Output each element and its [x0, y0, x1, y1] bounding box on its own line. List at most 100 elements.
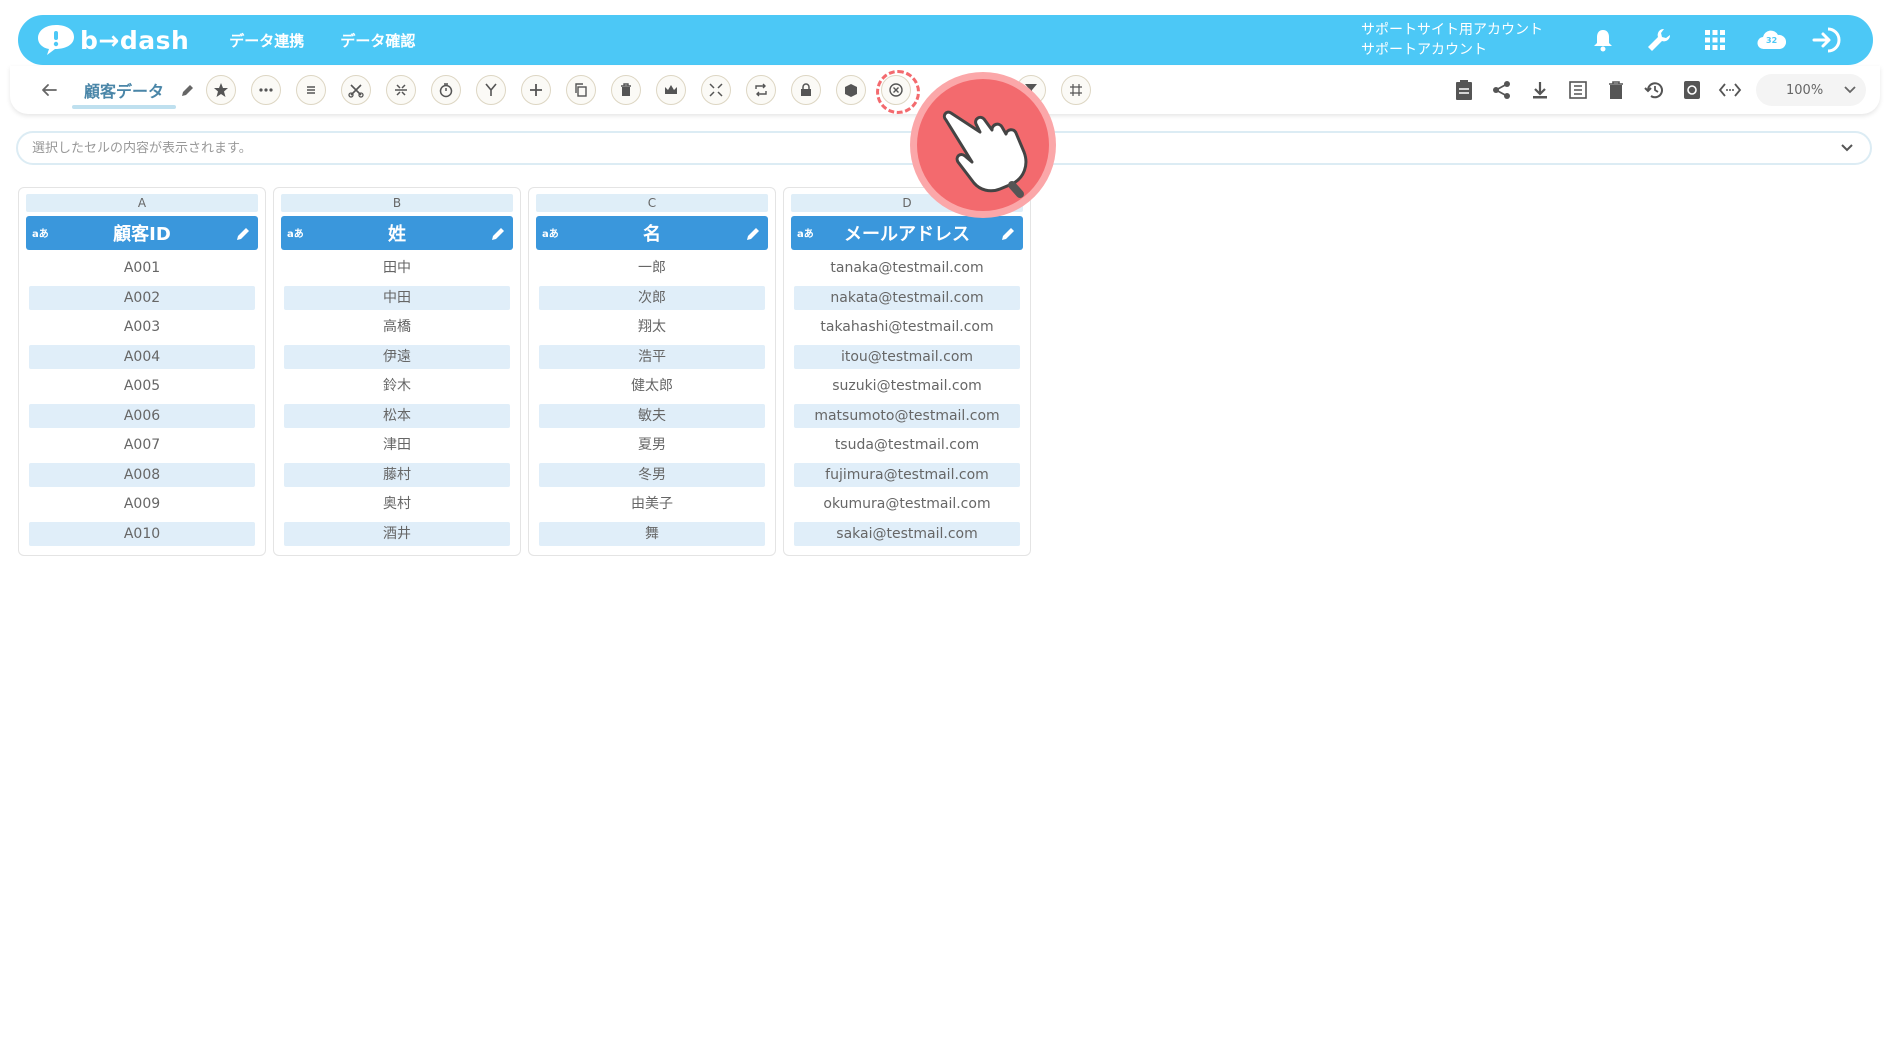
table-cell[interactable]: 酒井 [284, 521, 510, 546]
copy-icon[interactable] [566, 75, 597, 105]
table-cell[interactable]: 藤村 [284, 462, 510, 487]
column-header[interactable]: aあ 名 [536, 216, 768, 250]
text-type-icon: aあ [542, 229, 559, 240]
delete-icon[interactable] [1604, 78, 1628, 102]
table-cell[interactable]: 健太郎 [539, 374, 765, 398]
bell-icon[interactable] [1587, 24, 1619, 56]
column-header[interactable]: aあ メールアドレス [791, 216, 1023, 250]
column-letter[interactable]: B [281, 194, 513, 212]
download-icon[interactable] [1528, 78, 1552, 102]
table-cell[interactable]: 松本 [284, 403, 510, 428]
code-icon[interactable] [1718, 78, 1742, 102]
hand-pointer-icon [917, 79, 1049, 211]
table-cell[interactable]: tsuda@testmail.com [794, 433, 1020, 457]
wrench-icon[interactable] [1643, 24, 1675, 56]
header-icons: 32 [1563, 24, 1843, 56]
table-cell[interactable]: 翔太 [539, 315, 765, 339]
table-cell[interactable]: A003 [29, 315, 255, 339]
cloud-badge: 32 [1766, 36, 1778, 45]
column-d: Daあ メールアドレス tanaka@testmail.com nakata@test… [783, 187, 1031, 556]
table-cell[interactable]: A007 [29, 433, 255, 457]
expand-icon[interactable] [701, 75, 732, 105]
table-cell[interactable]: okumura@testmail.com [794, 492, 1020, 516]
history-icon[interactable] [1642, 78, 1666, 102]
column-title: 姓 [388, 224, 406, 245]
table-cell[interactable]: 次郎 [539, 285, 765, 310]
column-c: Caあ 名一郎次郎翔太浩平健太郎敏夫夏男冬男由美子舞 [528, 187, 776, 556]
table-cell[interactable]: itou@testmail.com [794, 344, 1020, 369]
table-cell[interactable]: A005 [29, 374, 255, 398]
table-cell[interactable]: 敏夫 [539, 403, 765, 428]
table-cell[interactable]: A010 [29, 521, 255, 546]
table-cell[interactable]: fujimura@testmail.com [794, 462, 1020, 487]
table-cell[interactable]: nakata@testmail.com [794, 285, 1020, 310]
table-cell[interactable]: matsumoto@testmail.com [794, 403, 1020, 428]
refresh-doc-icon[interactable] [1680, 78, 1704, 102]
column-cells: tanaka@testmail.com nakata@testmail.com ta… [791, 256, 1023, 546]
plus-icon[interactable] [521, 75, 552, 105]
cloud-icon[interactable]: 32 [1755, 24, 1787, 56]
back-arrow-icon[interactable] [38, 79, 60, 101]
zoom-select[interactable]: 100% [1756, 74, 1866, 106]
table-cell[interactable]: A004 [29, 344, 255, 369]
table-cell[interactable]: 冬男 [539, 462, 765, 487]
formula-expand-chevron-icon[interactable] [1832, 133, 1862, 163]
table-cell[interactable]: 伊遠 [284, 344, 510, 369]
table-cell[interactable]: 由美子 [539, 492, 765, 516]
table-cell[interactable]: 中田 [284, 285, 510, 310]
column-header[interactable]: aあ 姓 [281, 216, 513, 250]
edit-pencil-icon[interactable] [234, 224, 252, 242]
account-info[interactable]: サポートサイト用アカウント サポートアカウント [1361, 20, 1543, 60]
table-cell[interactable]: 奥村 [284, 492, 510, 516]
edit-pencil-icon[interactable] [744, 224, 762, 242]
rename-pencil-icon[interactable] [178, 81, 196, 99]
lock-icon[interactable] [791, 75, 822, 105]
close-circle-icon[interactable] [876, 70, 921, 114]
table-cell[interactable]: 浩平 [539, 344, 765, 369]
clipboard-icon[interactable] [1452, 78, 1476, 102]
table-list-icon[interactable] [1566, 78, 1590, 102]
table-cell[interactable]: sakai@testmail.com [794, 521, 1020, 546]
table-cell[interactable]: A002 [29, 285, 255, 310]
hash-icon[interactable] [1061, 75, 1092, 105]
box-icon[interactable] [836, 75, 867, 105]
table-cell[interactable]: A001 [29, 256, 255, 280]
nav-data-integration[interactable]: データ連携 [229, 30, 304, 51]
table-cell[interactable]: suzuki@testmail.com [794, 374, 1020, 398]
right-tools: 100% [1452, 74, 1880, 106]
sheet-name[interactable]: 顧客データ [72, 78, 177, 109]
list-icon[interactable] [296, 75, 327, 105]
table-cell[interactable]: 一郎 [539, 256, 765, 280]
chevron-down-icon [1844, 86, 1856, 94]
edit-pencil-icon[interactable] [999, 224, 1017, 242]
table-cell[interactable]: 舞 [539, 521, 765, 546]
nav-data-check[interactable]: データ確認 [340, 30, 415, 51]
trash-icon[interactable] [611, 75, 642, 105]
more-horizontal-icon[interactable] [251, 75, 282, 105]
table-cell[interactable]: 鈴木 [284, 374, 510, 398]
apps-grid-icon[interactable] [1699, 24, 1731, 56]
star-icon[interactable] [206, 75, 237, 105]
merge-icon[interactable] [476, 75, 507, 105]
share-icon[interactable] [1490, 78, 1514, 102]
table-cell[interactable]: A006 [29, 403, 255, 428]
table-cell[interactable]: 高橋 [284, 315, 510, 339]
table-cell[interactable]: 田中 [284, 256, 510, 280]
column-letter[interactable]: C [536, 194, 768, 212]
column-header[interactable]: aあ 顧客ID [26, 216, 258, 250]
table-cell[interactable]: 夏男 [539, 433, 765, 457]
table-cell[interactable]: A008 [29, 462, 255, 487]
column-letter[interactable]: A [26, 194, 258, 212]
table-cell[interactable]: A009 [29, 492, 255, 516]
table-cell[interactable]: 津田 [284, 433, 510, 457]
split-icon[interactable] [386, 75, 417, 105]
cut-join-icon[interactable] [341, 75, 372, 105]
edit-pencil-icon[interactable] [489, 224, 507, 242]
table-cell[interactable]: tanaka@testmail.com [794, 256, 1020, 280]
table-cell[interactable]: takahashi@testmail.com [794, 315, 1020, 339]
logo[interactable]: b→dash [36, 15, 189, 65]
timer-icon[interactable] [431, 75, 462, 105]
crown-icon[interactable] [656, 75, 687, 105]
repeat-icon[interactable] [746, 75, 777, 105]
logout-icon[interactable] [1811, 24, 1843, 56]
